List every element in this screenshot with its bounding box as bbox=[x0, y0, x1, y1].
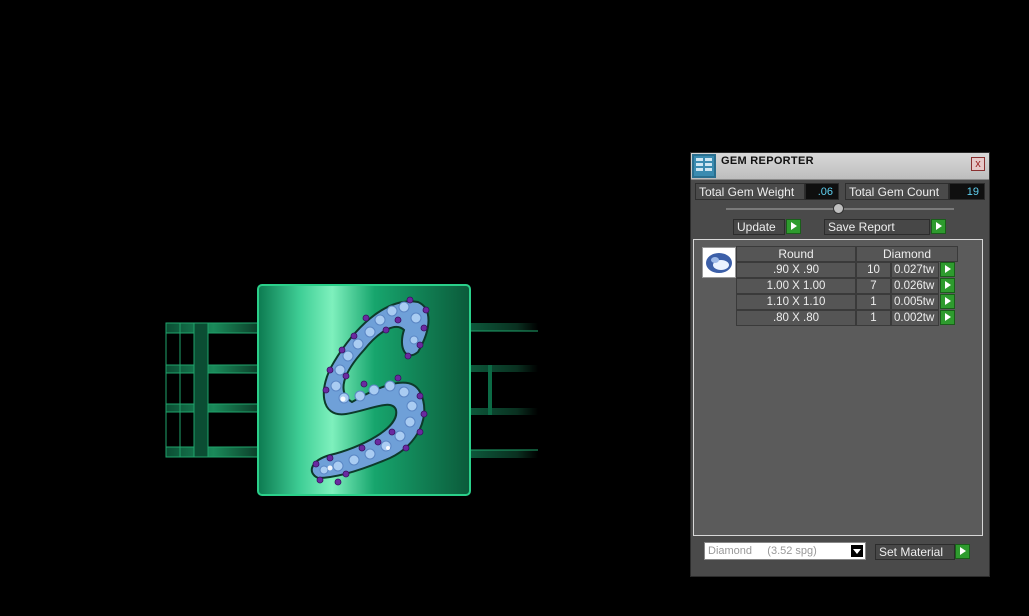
row-play-icon[interactable] bbox=[940, 278, 955, 293]
update-button[interactable]: Update bbox=[733, 219, 785, 235]
update-play-icon[interactable] bbox=[786, 219, 801, 234]
row-count: 10 bbox=[856, 262, 891, 278]
row-size: .90 X .90 bbox=[736, 262, 856, 278]
material-select[interactable]: Diamond (3.52 spg) bbox=[704, 542, 866, 560]
slider-knob[interactable] bbox=[833, 203, 844, 214]
total-gem-count-label: Total Gem Count bbox=[845, 183, 949, 200]
row-count: 7 bbox=[856, 278, 891, 294]
header-material: Diamond bbox=[856, 246, 958, 262]
ring-shank-right bbox=[468, 323, 538, 458]
row-play-icon[interactable] bbox=[940, 262, 955, 277]
gem-reporter-panel: GEM REPORTER x Total Gem Weight .06 Tota… bbox=[690, 152, 990, 577]
panel-titlebar[interactable]: GEM REPORTER x bbox=[691, 153, 989, 180]
header-shape: Round bbox=[736, 246, 856, 262]
total-gem-weight-value: .06 bbox=[805, 183, 839, 200]
dropdown-arrow-icon[interactable] bbox=[851, 545, 863, 557]
row-weight: 0.027tw bbox=[891, 262, 939, 278]
save-report-play-icon[interactable] bbox=[931, 219, 946, 234]
row-weight: 0.026tw bbox=[891, 278, 939, 294]
row-size: .80 X .80 bbox=[736, 310, 856, 326]
gem-reporter-icon bbox=[692, 154, 716, 178]
gem-shape-icon[interactable] bbox=[702, 247, 736, 278]
set-material-play-icon[interactable] bbox=[955, 544, 970, 559]
total-gem-weight-label: Total Gem Weight bbox=[695, 183, 805, 200]
row-count: 1 bbox=[856, 310, 891, 326]
set-material-button[interactable]: Set Material bbox=[875, 544, 955, 560]
save-report-button[interactable]: Save Report bbox=[824, 219, 930, 235]
close-icon[interactable]: x bbox=[971, 157, 985, 171]
panel-title: GEM REPORTER bbox=[721, 155, 814, 167]
material-select-value: Diamond (3.52 spg) bbox=[708, 545, 817, 557]
ring-shank-left bbox=[165, 322, 262, 458]
total-gem-count-value: 19 bbox=[949, 183, 985, 200]
row-play-icon[interactable] bbox=[940, 310, 955, 325]
report-area: Round Diamond .90 X .90 10 0.027tw 1.00 … bbox=[693, 239, 983, 536]
row-count: 1 bbox=[856, 294, 891, 310]
row-weight: 0.002tw bbox=[891, 310, 939, 326]
row-size: 1.10 X 1.10 bbox=[736, 294, 856, 310]
row-weight: 0.005tw bbox=[891, 294, 939, 310]
row-size: 1.00 X 1.00 bbox=[736, 278, 856, 294]
row-play-icon[interactable] bbox=[940, 294, 955, 309]
